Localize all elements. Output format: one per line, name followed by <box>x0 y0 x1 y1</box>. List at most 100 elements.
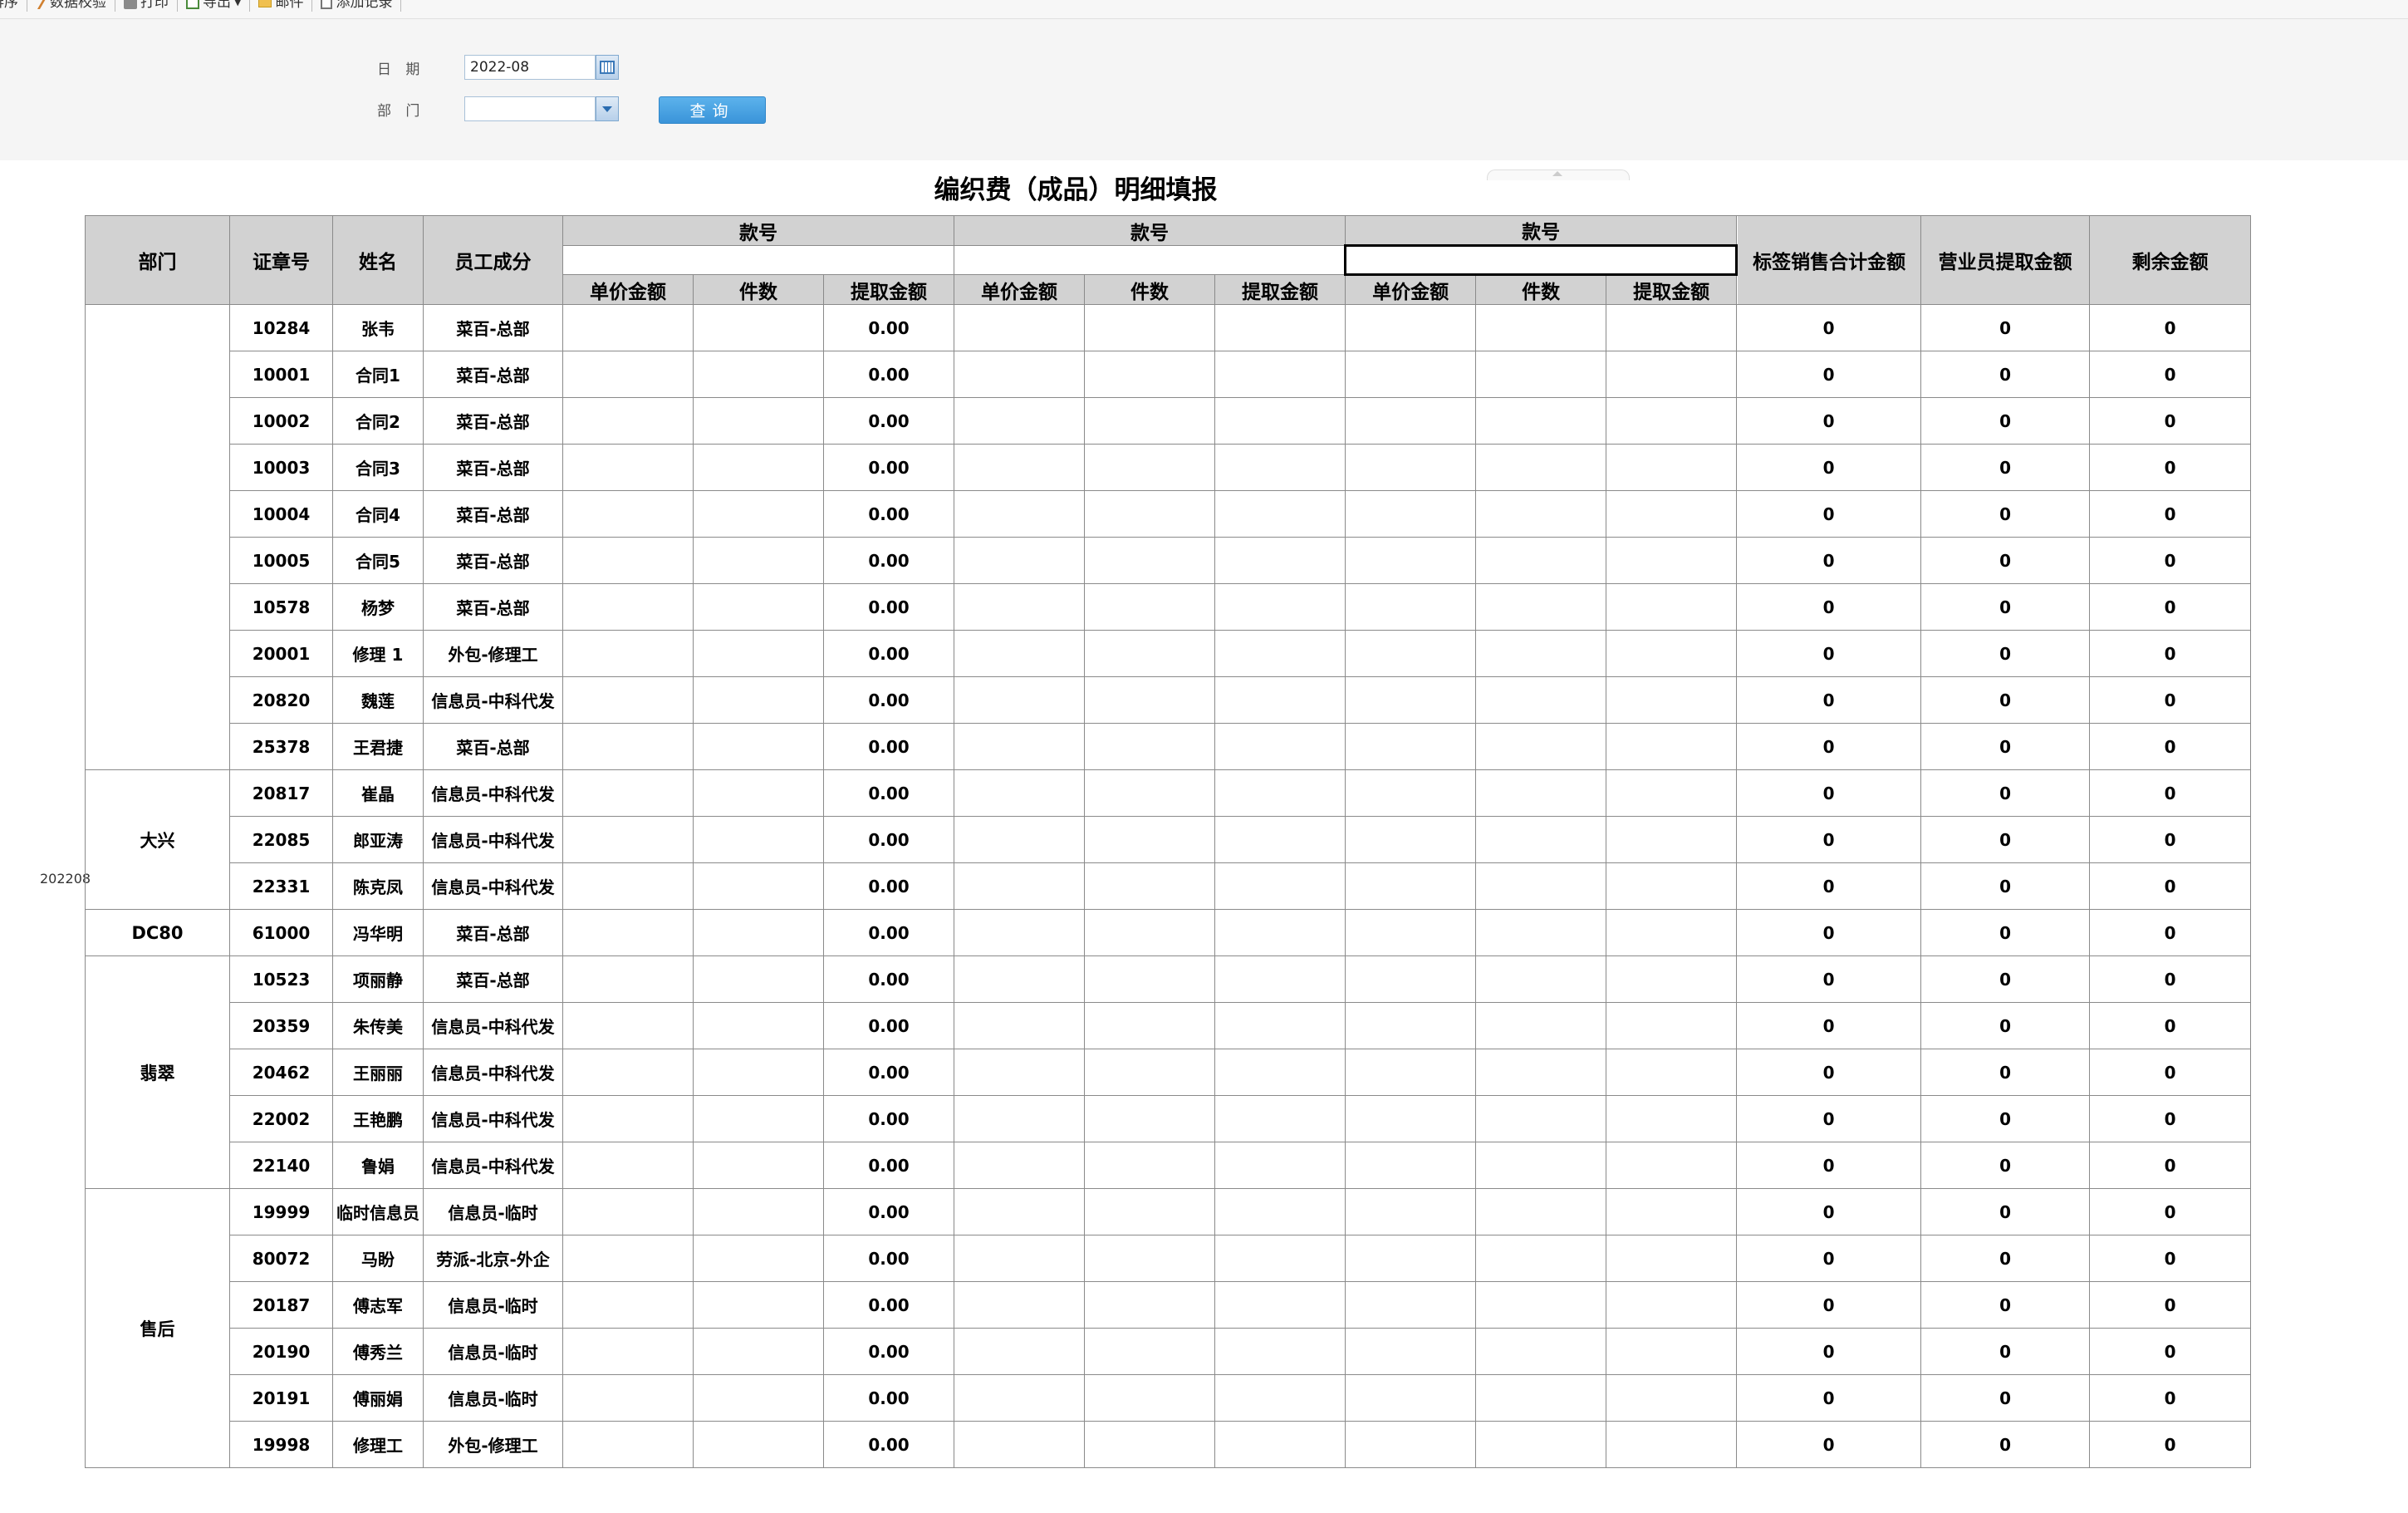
quantity-input[interactable] <box>1084 1049 1216 1096</box>
quantity-input[interactable] <box>1084 630 1216 677</box>
unit-price-input[interactable] <box>954 1002 1086 1049</box>
quantity-input[interactable] <box>1475 537 1607 584</box>
unit-price-input[interactable] <box>954 1235 1086 1282</box>
unit-price-input[interactable] <box>954 723 1086 770</box>
quantity-input[interactable] <box>693 397 824 445</box>
unit-price-input[interactable] <box>1345 816 1477 863</box>
unit-price-input[interactable] <box>1345 1002 1477 1049</box>
quantity-input[interactable] <box>693 769 824 817</box>
unit-price-input[interactable] <box>562 1002 694 1049</box>
unit-price-input[interactable] <box>1345 1188 1477 1235</box>
unit-price-input[interactable] <box>954 1142 1086 1189</box>
quantity-input[interactable] <box>1475 444 1607 491</box>
quantity-input[interactable] <box>1475 769 1607 817</box>
quantity-input[interactable] <box>1475 1142 1607 1189</box>
unit-price-input[interactable] <box>954 909 1086 956</box>
quantity-input[interactable] <box>1084 816 1216 863</box>
quantity-input[interactable] <box>1475 490 1607 538</box>
quantity-input[interactable] <box>1475 397 1607 445</box>
quantity-input[interactable] <box>693 1374 824 1422</box>
quantity-input[interactable] <box>1084 444 1216 491</box>
quantity-input[interactable] <box>693 583 824 631</box>
unit-price-input[interactable] <box>954 630 1086 677</box>
quantity-input[interactable] <box>1475 583 1607 631</box>
quantity-input[interactable] <box>1475 862 1607 910</box>
quantity-input[interactable] <box>1084 1142 1216 1189</box>
sort-button[interactable]: 排序 <box>0 0 18 16</box>
unit-price-input[interactable] <box>954 816 1086 863</box>
quantity-input[interactable] <box>1475 351 1607 398</box>
unit-price-input[interactable] <box>954 397 1086 445</box>
unit-price-input[interactable] <box>954 1421 1086 1468</box>
quantity-input[interactable] <box>1084 304 1216 351</box>
quantity-input[interactable] <box>1084 1002 1216 1049</box>
unit-price-input[interactable] <box>562 490 694 538</box>
unit-price-input[interactable] <box>562 444 694 491</box>
quantity-input[interactable] <box>693 1142 824 1189</box>
style-number-input-2[interactable] <box>954 245 1346 275</box>
date-input[interactable] <box>464 55 596 80</box>
quantity-input[interactable] <box>1475 1002 1607 1049</box>
unit-price-input[interactable] <box>562 816 694 863</box>
quantity-input[interactable] <box>1084 1421 1216 1468</box>
quantity-input[interactable] <box>1084 862 1216 910</box>
unit-price-input[interactable] <box>1345 397 1477 445</box>
data-check-button[interactable]: 数据校验 <box>36 0 106 16</box>
quantity-input[interactable] <box>693 630 824 677</box>
unit-price-input[interactable] <box>562 676 694 724</box>
quantity-input[interactable] <box>693 816 824 863</box>
unit-price-input[interactable] <box>1345 723 1477 770</box>
unit-price-input[interactable] <box>1345 583 1477 631</box>
unit-price-input[interactable] <box>562 397 694 445</box>
quantity-input[interactable] <box>1475 304 1607 351</box>
quantity-input[interactable] <box>1084 537 1216 584</box>
add-record-button[interactable]: 添加记录 <box>321 0 392 16</box>
unit-price-input[interactable] <box>1345 1281 1477 1329</box>
unit-price-input[interactable] <box>1345 769 1477 817</box>
quantity-input[interactable] <box>693 1281 824 1329</box>
unit-price-input[interactable] <box>954 862 1086 910</box>
quantity-input[interactable] <box>1475 676 1607 724</box>
unit-price-input[interactable] <box>1345 1328 1477 1375</box>
unit-price-input[interactable] <box>954 537 1086 584</box>
unit-price-input[interactable] <box>1345 909 1477 956</box>
calendar-button[interactable] <box>596 55 619 80</box>
unit-price-input[interactable] <box>562 304 694 351</box>
quantity-input[interactable] <box>693 444 824 491</box>
unit-price-input[interactable] <box>562 909 694 956</box>
unit-price-input[interactable] <box>954 676 1086 724</box>
quantity-input[interactable] <box>1475 1374 1607 1422</box>
quantity-input[interactable] <box>1084 769 1216 817</box>
unit-price-input[interactable] <box>1345 1142 1477 1189</box>
unit-price-input[interactable] <box>1345 630 1477 677</box>
quantity-input[interactable] <box>1084 676 1216 724</box>
quantity-input[interactable] <box>693 1049 824 1096</box>
quantity-input[interactable] <box>1084 583 1216 631</box>
quantity-input[interactable] <box>693 1002 824 1049</box>
print-button[interactable]: 打印 <box>124 0 169 16</box>
quantity-input[interactable] <box>1475 1421 1607 1468</box>
quantity-input[interactable] <box>693 1095 824 1142</box>
unit-price-input[interactable] <box>954 1049 1086 1096</box>
quantity-input[interactable] <box>1475 816 1607 863</box>
quantity-input[interactable] <box>1475 1095 1607 1142</box>
unit-price-input[interactable] <box>1345 955 1477 1003</box>
unit-price-input[interactable] <box>1345 444 1477 491</box>
quantity-input[interactable] <box>1475 1281 1607 1329</box>
unit-price-input[interactable] <box>1345 676 1477 724</box>
unit-price-input[interactable] <box>562 1374 694 1422</box>
quantity-input[interactable] <box>1475 1049 1607 1096</box>
unit-price-input[interactable] <box>562 351 694 398</box>
unit-price-input[interactable] <box>562 769 694 817</box>
unit-price-input[interactable] <box>1345 1421 1477 1468</box>
unit-price-input[interactable] <box>954 955 1086 1003</box>
quantity-input[interactable] <box>1084 723 1216 770</box>
unit-price-input[interactable] <box>954 1188 1086 1235</box>
unit-price-input[interactable] <box>562 1142 694 1189</box>
unit-price-input[interactable] <box>562 583 694 631</box>
unit-price-input[interactable] <box>1345 351 1477 398</box>
unit-price-input[interactable] <box>954 1328 1086 1375</box>
dept-select[interactable] <box>464 96 596 121</box>
quantity-input[interactable] <box>1475 909 1607 956</box>
unit-price-input[interactable] <box>954 304 1086 351</box>
